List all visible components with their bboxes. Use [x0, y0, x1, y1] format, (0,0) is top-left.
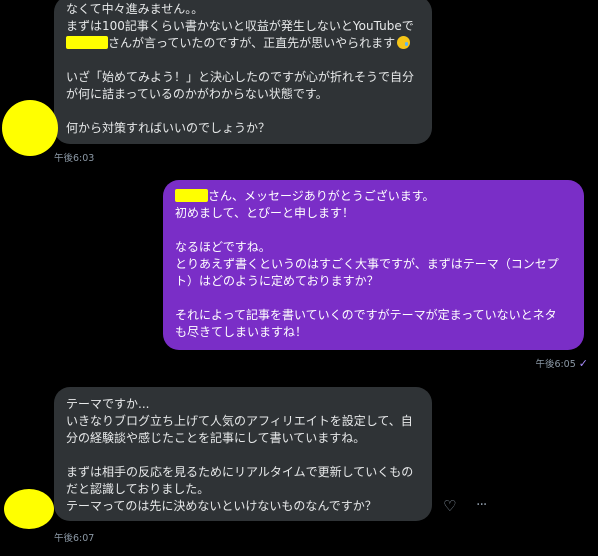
message-line: 何から対策すればいいのでしょうか？ [66, 121, 271, 135]
message-timestamp: 午後6:03 [54, 153, 95, 164]
heart-plus-icon[interactable]: ♡ [443, 497, 456, 515]
message-line: それによって記事を書いていくのですがテーマが定まっていないとネタ [175, 308, 557, 322]
message-text: さん、メッセージありがとうございます。 [208, 189, 435, 203]
received-message-bubble[interactable]: テーマですか... いきなりブログ立ち上げて人気のアフィリエイトを設定して、自 … [54, 387, 432, 521]
message-line: まずは100記事くらい書かないと収益が発生しないとYouTubeで [66, 19, 414, 33]
message-line: テーマってのは先に決めないといけないものなんですか？ [66, 499, 377, 513]
message-line: 初めまして、とぴーと申します！ [175, 206, 355, 220]
sent-message-bubble[interactable]: さん、メッセージありがとうございます。 初めまして、とぴーと申します！ なるほど… [163, 180, 584, 350]
message-line: まずは相手の反応を見るためにリアルタイムで更新していくもの [66, 465, 414, 479]
redacted-name [66, 36, 108, 49]
message-timestamp: 午後6:07 [54, 533, 95, 544]
redacted-name [175, 189, 208, 202]
check-icon: ✓ [578, 357, 588, 370]
message-line: なるほどですね。 [175, 240, 271, 254]
message-line: も尽きてしまいますね！ [175, 325, 308, 339]
message-line: だと認識しておりました。 [66, 482, 210, 496]
message-line-with-redaction: さんが言っていたのですが、正直先が思いやられます [66, 35, 420, 52]
avatar[interactable] [2, 100, 58, 156]
message-line: が何に詰まっているのかがわからない状態です。 [66, 87, 328, 101]
avatar[interactable] [4, 489, 54, 529]
message-line: ト）はどのように定めておりますか？ [175, 274, 379, 288]
message-line: なくて中々進みません。。 [66, 2, 204, 16]
message-line-with-redaction: さん、メッセージありがとうございます。 [175, 188, 572, 205]
message-line: とりあえず書くというのはすごく大事ですが、まずはテーマ（コンセプ [175, 257, 559, 271]
message-timestamp: 午後6:05 ✓ [535, 356, 588, 370]
message-line: いざ「始めてみよう！」と決心したのですが心が折れそうで自分 [66, 70, 415, 84]
message-line: いきなりブログ立ち上げて人気のアフィリエイトを設定して、自 [66, 414, 413, 428]
message-line: テーマですか... [66, 397, 150, 411]
message-text: さんが言っていたのですが、正直先が思いやられます [108, 36, 396, 50]
timestamp-text: 午後6:05 [535, 359, 576, 370]
worried-face-emoji-icon [397, 36, 411, 49]
received-message-bubble[interactable]: なくて中々進みません。。 まずは100記事くらい書かないと収益が発生しないとYo… [54, 0, 432, 144]
message-line: 分の経験談や感じたことを記事にして書いていますね。 [66, 431, 366, 445]
more-icon[interactable]: ··· [476, 496, 487, 514]
